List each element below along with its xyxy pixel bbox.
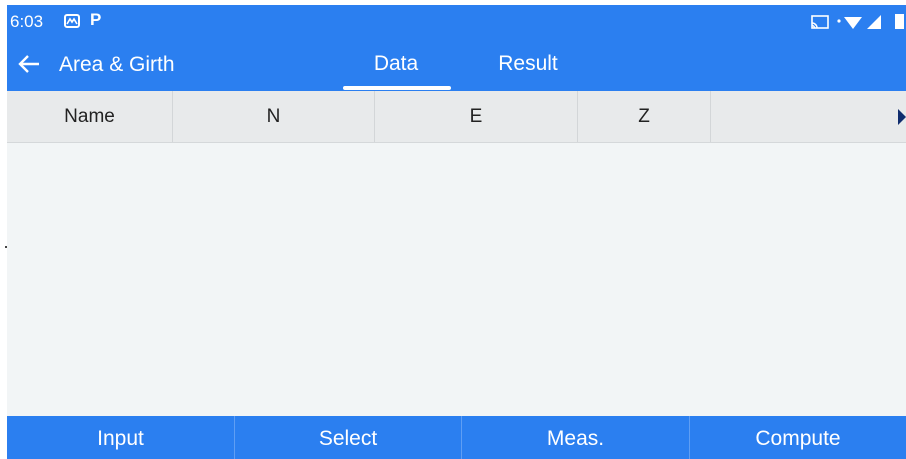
battery-icon bbox=[895, 14, 904, 29]
tab-data[interactable]: Data bbox=[341, 52, 451, 76]
p-app-icon: P bbox=[90, 10, 102, 29]
status-bar: 6:03 P bbox=[7, 5, 906, 40]
page-title: Area & Girth bbox=[59, 53, 175, 76]
scroll-right-arrow-icon[interactable] bbox=[898, 109, 906, 125]
status-time: 6:03 bbox=[10, 12, 44, 31]
select-button[interactable]: Select bbox=[235, 416, 462, 459]
column-header-n[interactable]: N bbox=[173, 91, 375, 142]
meas-button[interactable]: Meas. bbox=[462, 416, 690, 459]
table-body[interactable] bbox=[7, 143, 906, 416]
tab-result[interactable]: Result bbox=[473, 52, 583, 76]
column-header-z[interactable]: Z bbox=[578, 91, 711, 142]
column-header-name[interactable]: Name bbox=[7, 91, 173, 142]
signal-icon bbox=[867, 15, 881, 29]
status-icons bbox=[806, 12, 906, 32]
cast-icon bbox=[811, 15, 829, 29]
app-bar: Area & Girth Data Result bbox=[7, 40, 906, 91]
tab-indicator bbox=[343, 86, 451, 90]
bottom-action-bar: Input Select Meas. Compute bbox=[7, 416, 906, 459]
app-window: 6:03 P Area & Girth Data Result Name N E… bbox=[7, 5, 906, 459]
table-header: Name N E Z bbox=[7, 91, 906, 143]
wifi-icon bbox=[837, 17, 862, 29]
input-button[interactable]: Input bbox=[7, 416, 235, 459]
compute-button[interactable]: Compute bbox=[690, 416, 906, 459]
column-header-more bbox=[711, 91, 906, 142]
gallery-app-icon bbox=[64, 14, 80, 28]
column-header-e[interactable]: E bbox=[375, 91, 578, 142]
back-arrow-icon[interactable] bbox=[15, 52, 43, 76]
